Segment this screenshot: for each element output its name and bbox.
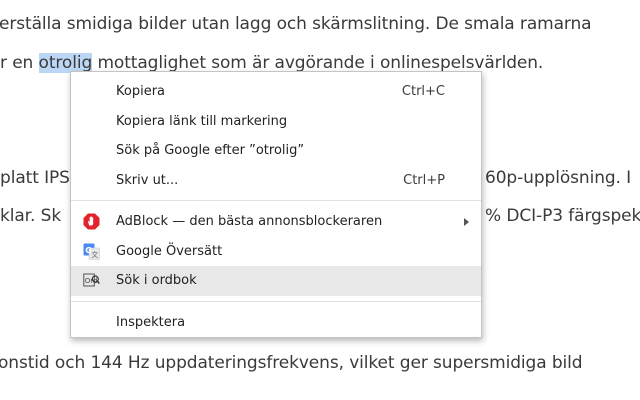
menu-item-label: Skriv ut... (116, 172, 179, 188)
menu-item-shortcut: Ctrl+P (403, 172, 445, 188)
article-line-4-left: klar. Sk (0, 206, 62, 226)
adblock-stop-hand-icon (83, 213, 100, 230)
selected-word: otrolig (38, 53, 93, 73)
menu-item-copy[interactable]: Kopiera Ctrl+C (71, 77, 481, 107)
menu-item-label: Google Översätt (116, 243, 223, 259)
menu-item-print[interactable]: Skriv ut... Ctrl+P (71, 166, 481, 196)
menu-separator (71, 300, 481, 302)
menu-item-inspect[interactable]: Inspektera (71, 308, 481, 338)
article-line-2: r en otrolig mottaglighet som är avgöran… (0, 53, 544, 73)
menu-item-search-google[interactable]: Sök på Google efter ”otrolig” (71, 136, 481, 166)
menu-item-label: Sök på Google efter ”otrolig” (116, 143, 305, 158)
article-line-1: erställa smidiga bilder utan lagg och sk… (0, 14, 592, 34)
menu-item-label: Sök i ordbok (116, 273, 197, 288)
menu-item-shortcut: Ctrl+C (401, 84, 445, 99)
menu-item-dictionary[interactable]: Ord Sök i ordbok (71, 266, 481, 296)
menu-item-label: AdBlock — den bästa annonsblockeraren (116, 214, 383, 229)
submenu-arrow-icon (464, 218, 469, 226)
article-line-5: onstid och 144 Hz uppdateringsfrekvens, … (0, 353, 583, 373)
article-line-3-left: platt IPS (0, 168, 70, 188)
menu-item-adblock[interactable]: AdBlock — den bästa annonsblockeraren (71, 207, 481, 237)
google-translate-icon: G 文 (83, 243, 100, 260)
menu-item-label: Kopiera (116, 84, 166, 99)
article-line-3-right: 60p-upplösning. I (485, 168, 632, 188)
menu-item-google-translate[interactable]: G 文 Google Översätt (71, 237, 481, 267)
article-line-4-right: % DCI-P3 färgspek (485, 206, 640, 226)
svg-text:文: 文 (91, 250, 98, 259)
dictionary-icon: Ord (83, 273, 100, 287)
svg-text:Ord: Ord (85, 277, 98, 285)
menu-item-label: Inspektera (116, 314, 186, 330)
context-menu: Kopiera Ctrl+C Kopiera länk till markeri… (70, 71, 482, 338)
menu-item-copy-link[interactable]: Kopiera länk till markering (71, 107, 481, 137)
menu-item-label: Kopiera länk till markering (116, 113, 288, 129)
menu-separator (71, 200, 481, 201)
